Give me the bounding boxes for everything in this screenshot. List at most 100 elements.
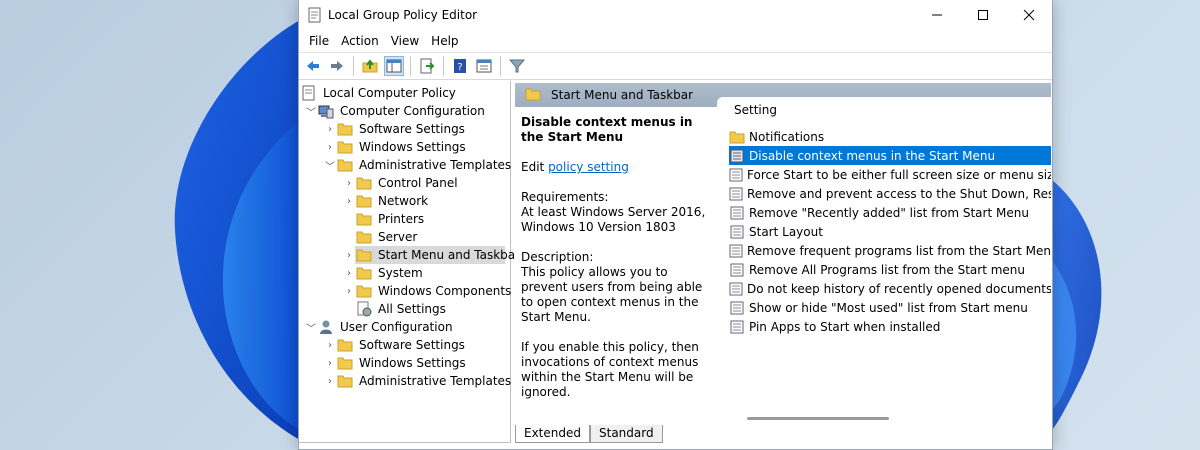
toolbar: ? xyxy=(299,52,1052,80)
folder-icon xyxy=(337,355,353,371)
list-item-notifications[interactable]: Notifications xyxy=(729,127,1051,146)
list-item-setting[interactable]: Pin Apps to Start when installed xyxy=(729,317,1051,336)
help-button[interactable]: ? xyxy=(450,56,470,76)
folder-icon xyxy=(356,283,372,299)
list-item-label: Show or hide "Most used" list from Start… xyxy=(749,300,1028,315)
tree-item-all-settings[interactable]: All Settings xyxy=(356,300,448,318)
maximize-button[interactable] xyxy=(960,0,1006,30)
chevron-right-icon[interactable]: › xyxy=(323,354,337,372)
tab-extended[interactable]: Extended xyxy=(515,425,590,443)
tree-item-label: Printers xyxy=(378,212,425,226)
chevron-right-icon[interactable]: › xyxy=(323,120,337,138)
chevron-right-icon[interactable]: › xyxy=(323,372,337,390)
chevron-right-icon[interactable]: › xyxy=(342,264,356,282)
chevron-down-icon[interactable]: ﹀ xyxy=(304,102,318,120)
tree-item-uc-windows-settings[interactable]: › Windows Settings xyxy=(323,354,468,372)
tree-item-cc-software-settings[interactable]: › Software Settings xyxy=(323,120,467,138)
menu-action[interactable]: Action xyxy=(335,34,385,48)
chevron-right-icon[interactable]: › xyxy=(323,138,337,156)
tree-item-label: Administrative Templates xyxy=(359,158,512,172)
back-button[interactable] xyxy=(303,56,323,76)
chevron-down-icon[interactable]: ﹀ xyxy=(323,156,337,174)
list-item-setting[interactable]: Do not keep history of recently opened d… xyxy=(729,279,1051,298)
tree-item-network[interactable]: › Network xyxy=(342,192,430,210)
list-item-setting[interactable]: Remove All Programs list from the Start … xyxy=(729,260,1051,279)
folder-icon xyxy=(525,87,541,104)
window-title: Local Group Policy Editor xyxy=(328,8,478,22)
policy-setting-icon xyxy=(729,281,743,297)
chevron-right-icon[interactable]: › xyxy=(342,282,356,300)
tree-item-system[interactable]: › System xyxy=(342,264,425,282)
requirements: Requirements: At least Windows Server 201… xyxy=(521,190,717,235)
policy-setting-link[interactable]: policy setting xyxy=(548,160,629,174)
close-button[interactable] xyxy=(1006,0,1052,30)
menu-file[interactable]: File xyxy=(303,34,335,48)
tree-item-uc-software-settings[interactable]: › Software Settings xyxy=(323,336,467,354)
tab-standard[interactable]: Standard xyxy=(590,425,663,443)
back-icon xyxy=(307,61,319,71)
tree-item-server[interactable]: Server xyxy=(356,228,419,246)
main-content: Local Computer Policy ﹀ Computer Configu… xyxy=(299,81,1052,449)
requirements-label: Requirements: xyxy=(521,190,609,204)
folder-icon xyxy=(729,129,745,145)
tree-item-printers[interactable]: Printers xyxy=(356,210,426,228)
list-item-setting[interactable]: Show or hide "Most used" list from Start… xyxy=(729,298,1051,317)
toolbar-separator xyxy=(500,56,501,76)
list-item-setting[interactable]: Remove "Recently added" list from Start … xyxy=(729,203,1051,222)
policy-editor-icon xyxy=(307,7,323,26)
toolbar-separator xyxy=(443,56,444,76)
policy-tree: Local Computer Policy ﹀ Computer Configu… xyxy=(299,81,520,443)
up-folder-icon xyxy=(362,59,378,73)
tree-item-label: Software Settings xyxy=(359,122,465,136)
folder-icon xyxy=(337,139,353,155)
folder-icon xyxy=(337,121,353,137)
tree-item-local-computer-policy[interactable]: Local Computer Policy xyxy=(301,84,458,102)
folder-icon xyxy=(337,157,353,173)
tree-item-control-panel[interactable]: › Control Panel xyxy=(342,174,460,192)
details-header-title: Start Menu and Taskbar xyxy=(551,88,694,102)
tree-item-label: Start Menu and Taskbar xyxy=(378,248,521,262)
list-item-label: Remove All Programs list from the Start … xyxy=(749,262,1025,277)
policy-setting-icon xyxy=(729,186,743,202)
list-item-setting[interactable]: Start Layout xyxy=(729,222,1051,241)
tree-item-cc-windows-settings[interactable]: › Windows Settings xyxy=(323,138,468,156)
horizontal-scrollbar[interactable] xyxy=(747,417,889,420)
chevron-right-icon[interactable]: › xyxy=(342,246,356,264)
setting-column-header[interactable]: Setting xyxy=(734,103,777,117)
policy-setting-icon xyxy=(729,167,743,183)
tree-item-label: User Configuration xyxy=(340,320,453,334)
chevron-right-icon[interactable]: › xyxy=(323,336,337,354)
policy-setting-icon xyxy=(729,319,745,335)
folder-icon xyxy=(356,193,372,209)
export-list-button[interactable] xyxy=(417,56,437,76)
settings-list: Setting Notifications Disable context me… xyxy=(717,97,1051,442)
filter-icon xyxy=(509,59,525,73)
filter-button[interactable] xyxy=(507,56,527,76)
tree-item-cc-administrative-templates[interactable]: ﹀ Administrative Templates xyxy=(323,156,513,174)
policy-setting-icon xyxy=(729,205,745,221)
tree-item-user-configuration[interactable]: ﹀ User Configuration xyxy=(304,318,455,336)
up-folder-button[interactable] xyxy=(360,56,380,76)
menu-view[interactable]: View xyxy=(385,34,425,48)
view-tabs: Extended Standard xyxy=(515,425,663,443)
list-item-setting[interactable]: Remove frequent programs list from the S… xyxy=(729,241,1051,260)
properties-button[interactable] xyxy=(474,56,494,76)
menu-help[interactable]: Help xyxy=(425,34,464,48)
chevron-right-icon[interactable]: › xyxy=(342,174,356,192)
forward-button[interactable] xyxy=(327,56,347,76)
folder-icon xyxy=(356,229,372,245)
tree-item-uc-administrative-templates[interactable]: › Administrative Templates xyxy=(323,372,513,390)
show-hide-tree-button[interactable] xyxy=(384,56,404,76)
list-item-setting[interactable]: Remove and prevent access to the Shut Do… xyxy=(729,184,1051,203)
chevron-right-icon[interactable]: › xyxy=(342,192,356,210)
list-item-setting[interactable]: Force Start to be either full screen siz… xyxy=(729,165,1051,184)
tree-item-windows-components[interactable]: › Windows Components xyxy=(342,282,513,300)
list-item-disable-context-menus[interactable]: Disable context menus in the Start Menu xyxy=(729,146,1051,165)
group-policy-editor-window: Local Group Policy Editor File Action Vi… xyxy=(298,0,1053,450)
chevron-down-icon[interactable]: ﹀ xyxy=(304,318,318,336)
minimize-button[interactable] xyxy=(914,0,960,30)
tree-item-label: Computer Configuration xyxy=(340,104,485,118)
tree-item-computer-configuration[interactable]: ﹀ Computer Configuration xyxy=(304,102,487,120)
folder-icon xyxy=(337,373,353,389)
tree-item-start-menu-and-taskbar[interactable]: › Start Menu and Taskbar xyxy=(342,246,522,264)
